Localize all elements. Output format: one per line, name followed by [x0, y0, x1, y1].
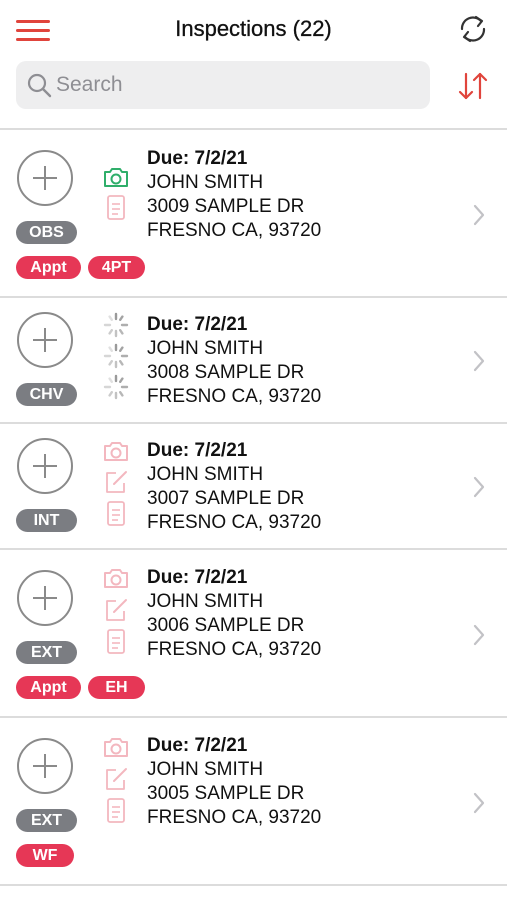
street-address: 3005 SAMPLE DR [147, 783, 305, 804]
type-badge: OBS [16, 221, 77, 244]
city-address: FRESNO CA, 93720 [147, 386, 322, 407]
edit-icon[interactable] [102, 469, 130, 495]
client-name: JOHN SMITH [147, 591, 264, 612]
due-date: Due: 7/2/21 [147, 314, 248, 335]
city-address: FRESNO CA, 93720 [147, 639, 322, 660]
document-icon[interactable] [102, 629, 130, 655]
inspection-info: Due: 7/2/21 JOHN SMITH 3005 SAMPLE DR FR… [147, 734, 447, 830]
type-badge: EXT [16, 809, 77, 832]
street-address: 3009 SAMPLE DR [147, 196, 305, 217]
inspection-row[interactable]: EXT WF Due: 7/2/21 JOHN SMITH 3005 SAMPL… [0, 716, 507, 886]
add-icon[interactable] [17, 738, 73, 794]
add-icon[interactable] [17, 312, 73, 368]
due-date: Due: 7/2/21 [147, 567, 248, 588]
street-address: 3008 SAMPLE DR [147, 362, 305, 383]
due-date: Due: 7/2/21 [147, 148, 248, 169]
page-title: Inspections (22) [175, 16, 332, 41]
camera-icon[interactable] [102, 164, 130, 190]
appt-tag: Appt [16, 676, 81, 699]
search-bar-row [0, 60, 507, 112]
inspection-row[interactable]: OBS Appt 4PT Due: 7/2/21 JOHN SMITH 3009… [0, 128, 507, 296]
chevron-right-icon[interactable] [472, 350, 486, 372]
client-name: JOHN SMITH [147, 464, 264, 485]
search-input[interactable] [56, 61, 416, 109]
inspection-info: Due: 7/2/21 JOHN SMITH 3009 SAMPLE DR FR… [147, 147, 447, 243]
loading-spinner-icon [103, 374, 129, 400]
street-address: 3006 SAMPLE DR [147, 615, 305, 636]
street-address: 3007 SAMPLE DR [147, 488, 305, 509]
camera-icon[interactable] [102, 438, 130, 464]
due-date: Due: 7/2/21 [147, 440, 248, 461]
document-icon[interactable] [102, 798, 130, 824]
inspection-info: Due: 7/2/21 JOHN SMITH 3008 SAMPLE DR FR… [147, 313, 447, 409]
chevron-right-icon[interactable] [472, 624, 486, 646]
search-icon [27, 73, 52, 98]
search-box[interactable] [16, 61, 430, 109]
category-tag: WF [16, 844, 74, 867]
chevron-right-icon[interactable] [472, 204, 486, 226]
city-address: FRESNO CA, 93720 [147, 220, 322, 241]
city-address: FRESNO CA, 93720 [147, 807, 322, 828]
inspection-row[interactable]: CHV Due: 7/2/21 JOHN SMITH 3008 SAMPLE D… [0, 296, 507, 422]
due-date: Due: 7/2/21 [147, 735, 248, 756]
loading-spinner-icon [103, 343, 129, 369]
add-icon[interactable] [17, 570, 73, 626]
inspection-row[interactable]: INT Due: 7/2/21 JOHN SMITH 3007 SAMPLE D… [0, 422, 507, 548]
type-badge: INT [16, 509, 77, 532]
inspection-info: Due: 7/2/21 JOHN SMITH 3007 SAMPLE DR FR… [147, 439, 447, 535]
appt-tag: Appt [16, 256, 81, 279]
type-badge: EXT [16, 641, 77, 664]
sort-arrows-icon[interactable] [455, 68, 491, 104]
type-badge: CHV [16, 383, 77, 406]
inspection-list: OBS Appt 4PT Due: 7/2/21 JOHN SMITH 3009… [0, 128, 507, 886]
nav-bar: Inspections (22) [0, 0, 507, 60]
inspection-row[interactable]: EXT Appt EH Due: 7/2/21 JOHN SMITH 3006 … [0, 548, 507, 716]
document-icon[interactable] [102, 501, 130, 527]
loading-spinner-icon [103, 312, 129, 338]
client-name: JOHN SMITH [147, 759, 264, 780]
client-name: JOHN SMITH [147, 338, 264, 359]
add-icon[interactable] [17, 150, 73, 206]
add-icon[interactable] [17, 438, 73, 494]
camera-icon[interactable] [102, 734, 130, 760]
edit-icon[interactable] [102, 597, 130, 623]
edit-icon[interactable] [102, 766, 130, 792]
category-tag: EH [88, 676, 145, 699]
inspection-info: Due: 7/2/21 JOHN SMITH 3006 SAMPLE DR FR… [147, 566, 447, 662]
chevron-right-icon[interactable] [472, 792, 486, 814]
chevron-right-icon[interactable] [472, 476, 486, 498]
client-name: JOHN SMITH [147, 172, 264, 193]
city-address: FRESNO CA, 93720 [147, 512, 322, 533]
document-icon[interactable] [102, 195, 130, 221]
camera-icon[interactable] [102, 565, 130, 591]
refresh-icon[interactable] [456, 12, 490, 46]
category-tag: 4PT [88, 256, 145, 279]
